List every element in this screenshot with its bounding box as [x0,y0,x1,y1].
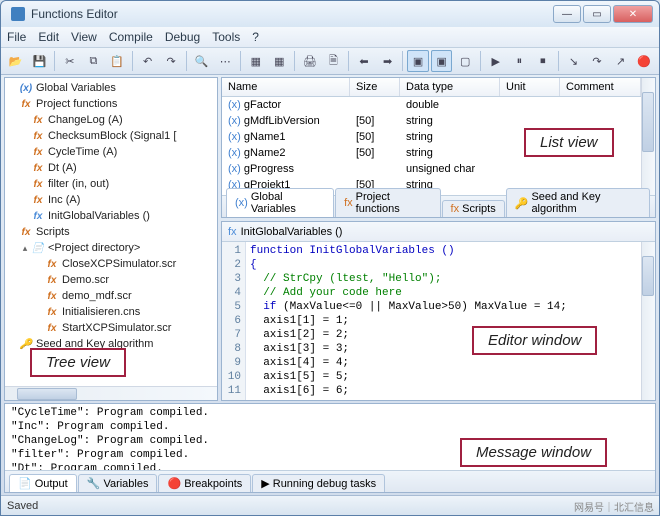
toolbar-build-icon[interactable]: ▦ [269,50,291,72]
close-button[interactable]: ✕ [613,5,653,23]
toolbar-redo-icon[interactable]: ↷ [160,50,182,72]
titlebar[interactable]: Functions Editor — ▭ ✕ [1,1,659,27]
toolbar-bp-icon[interactable]: 🔴 [633,50,655,72]
toolbar-compile-icon[interactable]: ▦ [245,50,267,72]
col-unit[interactable]: Unit [500,78,560,96]
col-comment[interactable]: Comment [560,78,641,96]
toolbar-stepout-icon[interactable]: ↗ [610,50,632,72]
tree-globals[interactable]: Global Variables [36,82,116,94]
status-text: Saved [7,500,38,512]
tab-tasks[interactable]: ▶Running debug tasks [252,474,385,492]
toolbar-copy-icon[interactable]: ⧉ [83,50,105,72]
toolbar: 📂 💾 ✂ ⧉ 📋 ↶ ↷ 🔍 ⋯ ▦ ▦ 🖨 🗎 ⬅ ➡ ▣ ▣ ▢ ▶ ⏸ … [1,47,659,75]
callout-tree: Tree view [30,348,126,377]
toolbar-panel1-icon[interactable]: ▣ [407,50,429,72]
toolbar-print-icon[interactable]: 🖨 [299,50,321,72]
editor-title: InitGlobalVariables () [241,226,343,238]
tree-scripts[interactable]: Scripts [36,226,70,238]
watermark: 网易号｜北汇信息 [574,499,654,514]
menu-view[interactable]: View [71,30,97,44]
menu-file[interactable]: File [7,30,26,44]
tree-item[interactable]: filter (in, out) [48,178,109,190]
toolbar-panel2-icon[interactable]: ▣ [431,50,453,72]
toolbar-btn-icon[interactable]: ⋯ [214,50,236,72]
tree-item[interactable]: ChecksumBlock (Signal1 [ [48,130,176,142]
toolbar-undo-icon[interactable]: ↶ [137,50,159,72]
tree-item[interactable]: demo_mdf.scr [62,290,132,302]
callout-editor: Editor window [472,326,597,355]
editor-header: fxInitGlobalVariables () [222,222,655,242]
code-editor[interactable]: 1234567891011 function InitGlobalVariabl… [222,242,641,400]
menu-debug[interactable]: Debug [165,30,200,44]
callout-list: List view [524,128,614,157]
editor-vscroll[interactable] [641,242,655,400]
tab-scripts[interactable]: fxScripts [442,200,505,217]
window-title: Functions Editor [31,7,553,21]
tree-item[interactable]: Dt (A) [48,162,77,174]
list-row[interactable]: (x) gFactordouble [222,97,641,113]
tree-item[interactable]: Demo.scr [62,274,109,286]
toolbar-panel3-icon[interactable]: ▢ [454,50,476,72]
col-type[interactable]: Data type [400,78,500,96]
line-gutter: 1234567891011 [222,242,246,400]
folder-icon: 📄 [31,241,45,255]
tree-item[interactable]: CycleTime (A) [48,146,117,158]
toolbar-fwd-icon[interactable]: ➡ [377,50,399,72]
list-row[interactable]: (x) gMdfLibVersion[50]string [222,113,641,129]
toolbar-back-icon[interactable]: ⬅ [353,50,375,72]
list-tabbar: (x)Global Variables fxProject functions … [222,195,655,217]
tree-view[interactable]: (x)Global Variables fxProject functions … [5,78,217,386]
tab-output[interactable]: 📄Output [9,474,77,492]
menu-tools[interactable]: Tools [212,30,240,44]
menu-compile[interactable]: Compile [109,30,153,44]
maximize-button[interactable]: ▭ [583,5,611,23]
menu-edit[interactable]: Edit [38,30,59,44]
tree-item[interactable]: InitGlobalVariables () [48,210,150,222]
code-lines[interactable]: function InitGlobalVariables (){ // StrC… [246,242,641,400]
callout-msg: Message window [460,438,607,467]
col-name[interactable]: Name [222,78,350,96]
toolbar-stepinto-icon[interactable]: ↘ [563,50,585,72]
tree-projfns[interactable]: Project functions [36,98,117,110]
toolbar-stop-icon[interactable]: ⏹ [532,50,554,72]
list-vscroll[interactable] [641,78,655,195]
toolbar-find-icon[interactable]: 🔍 [191,50,213,72]
list-row[interactable]: (x) gProgressunsigned char [222,161,641,177]
tab-variables[interactable]: 🔧Variables [78,474,158,492]
tab-globals[interactable]: (x)Global Variables [226,188,334,217]
minimize-button[interactable]: — [553,5,581,23]
app-icon [11,7,25,21]
tree-item[interactable]: Initialisieren.cns [62,306,140,318]
toolbar-paste-icon[interactable]: 📋 [106,50,128,72]
menu-help[interactable]: ? [252,30,259,44]
tree-projdir[interactable]: <Project directory> [48,242,140,254]
toolbar-run-icon[interactable]: ▶ [485,50,507,72]
toolbar-pause-icon[interactable]: ⏸ [509,50,531,72]
tree-item[interactable]: ChangeLog (A) [48,114,123,126]
toolbar-stepover-icon[interactable]: ↷ [586,50,608,72]
col-size[interactable]: Size [350,78,400,96]
tab-breakpoints[interactable]: 🔴Breakpoints [158,474,251,492]
toolbar-open-icon[interactable]: 📂 [5,50,27,72]
tree-item[interactable]: StartXCPSimulator.scr [62,322,171,334]
tree-item[interactable]: Inc (A) [48,194,80,206]
list-header[interactable]: Name Size Data type Unit Comment [222,78,641,97]
toolbar-cut-icon[interactable]: ✂ [59,50,81,72]
toolbar-preview-icon[interactable]: 🗎 [323,50,345,72]
tab-seedkey[interactable]: 🔑Seed and Key algorithm [506,188,650,217]
tab-projfns[interactable]: fxProject functions [335,188,440,217]
menu-bar: File Edit View Compile Debug Tools ? [1,27,659,47]
tree-item[interactable]: CloseXCPSimulator.scr [62,258,176,270]
output-tabbar: 📄Output 🔧Variables 🔴Breakpoints ▶Running… [5,470,655,492]
tree-hscroll[interactable] [5,386,217,400]
status-bar: Saved [1,495,659,515]
toolbar-save-icon[interactable]: 💾 [29,50,51,72]
editor-panel: fxInitGlobalVariables () 1234567891011 f… [221,221,656,401]
